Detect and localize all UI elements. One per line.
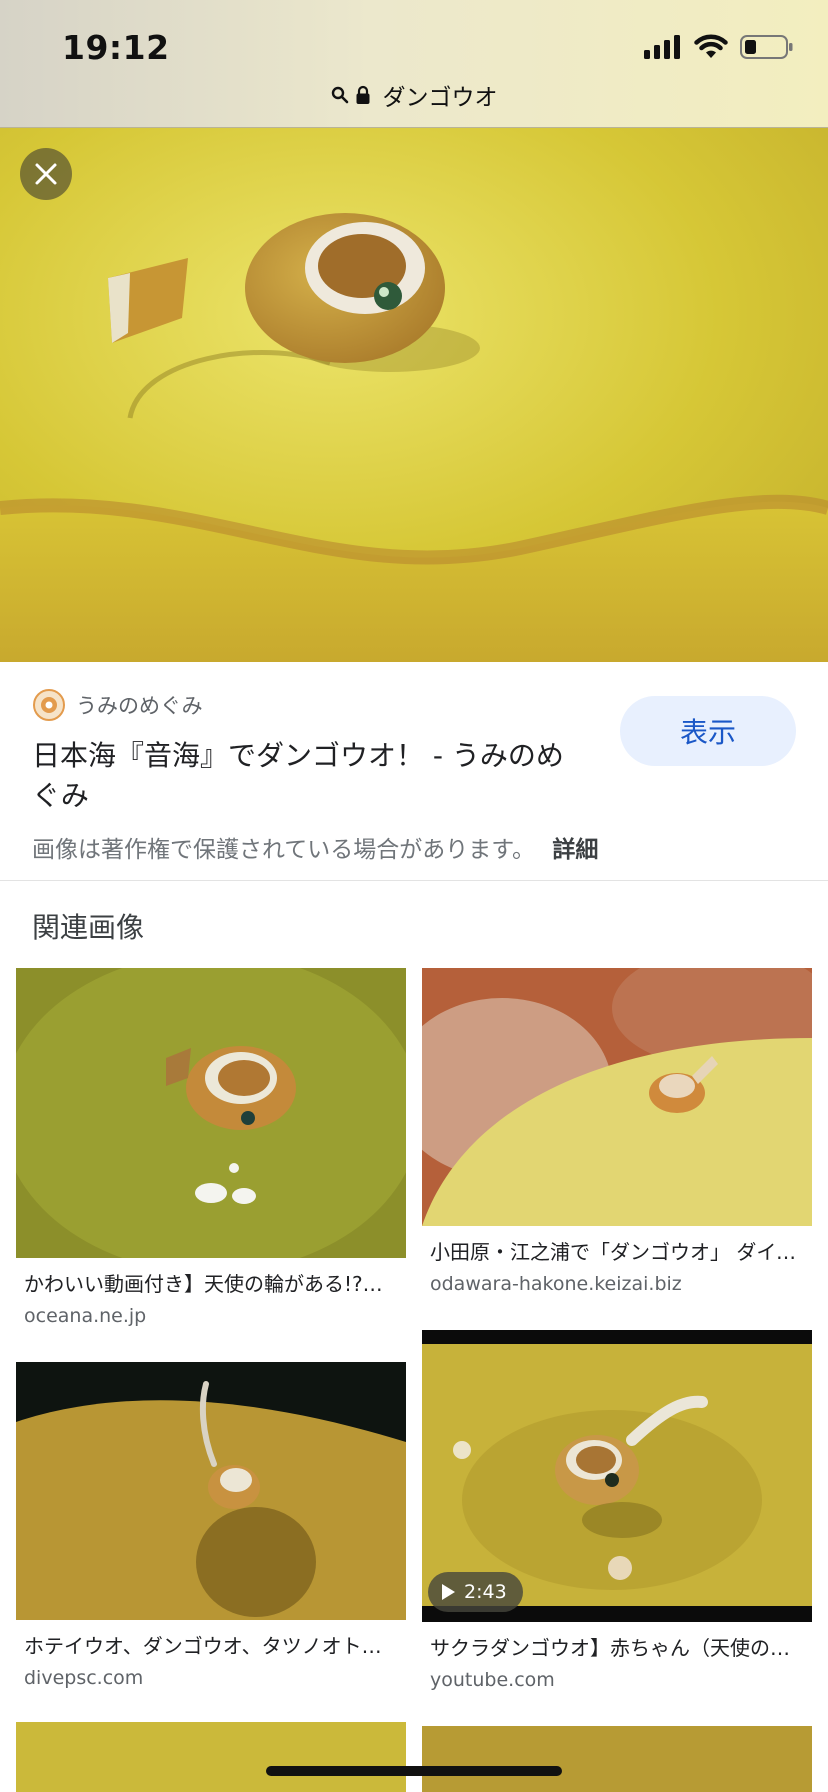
battery-icon xyxy=(740,35,793,59)
main-image-illustration xyxy=(0,128,828,662)
details-link[interactable]: 詳細 xyxy=(552,837,598,863)
related-image-card[interactable]: かわいい動画付き】天使の輪がある!?ダンゴウオ oceana.ne.jp xyxy=(16,968,406,1327)
main-image[interactable] xyxy=(0,128,828,662)
related-image-3-illustration xyxy=(16,1362,406,1620)
close-button[interactable] xyxy=(20,148,72,200)
related-video-thumbnail[interactable]: 2:43 xyxy=(422,1330,812,1622)
related-image-card[interactable] xyxy=(16,1722,406,1792)
related-image-caption: サクラダンゴウオ】赤ちゃん（天使の輪） xyxy=(430,1636,806,1660)
video-duration-badge: 2:43 xyxy=(428,1572,523,1612)
related-images-heading: 関連画像 xyxy=(32,911,145,944)
source-site[interactable]: うみのめぐみ xyxy=(32,688,203,722)
browser-top-bar: 19:12 ダンゴウオ xyxy=(0,0,828,128)
related-image-domain: youtube.com xyxy=(430,1669,555,1691)
image-source-panel: うみのめぐみ 日本海『音海』でダンゴウオ！ - うみのめぐみ 表示 画像は著作権… xyxy=(0,662,828,881)
related-image-domain: oceana.ne.jp xyxy=(24,1305,147,1327)
lock-icon xyxy=(356,85,369,104)
related-image-2-illustration xyxy=(422,968,812,1226)
play-icon xyxy=(442,1584,455,1600)
wifi-icon xyxy=(694,34,728,58)
related-image-card[interactable]: ホテイウオ、ダンゴウオ、タツノオトシゴ divepsc.com xyxy=(16,1362,406,1689)
related-image-domain: odawara-hakone.keizai.biz xyxy=(430,1273,682,1295)
related-image-thumbnail[interactable] xyxy=(16,1722,406,1792)
copyright-text: 画像は著作権で保護されている場合があります。 xyxy=(32,837,536,863)
status-icons xyxy=(644,34,794,60)
related-image-thumbnail[interactable] xyxy=(422,968,812,1226)
related-image-thumbnail[interactable] xyxy=(422,1726,812,1792)
related-video-card[interactable]: 2:43 サクラダンゴウオ】赤ちゃん（天使の輪） youtube.com xyxy=(422,1330,812,1691)
related-image-1-illustration xyxy=(16,968,406,1258)
address-bar[interactable]: ダンゴウオ xyxy=(0,78,828,112)
view-button[interactable]: 表示 xyxy=(620,696,796,766)
copyright-notice: 画像は著作権で保護されている場合があります。 詳細 xyxy=(32,830,598,864)
related-image-caption: ホテイウオ、ダンゴウオ、タツノオトシゴ xyxy=(24,1634,400,1658)
related-image-domain: divepsc.com xyxy=(24,1667,144,1689)
search-icon xyxy=(331,86,348,104)
related-image-thumbnail[interactable] xyxy=(16,1362,406,1620)
source-site-name: うみのめぐみ xyxy=(76,694,203,718)
status-time: 19:12 xyxy=(62,28,170,67)
related-image-thumbnail[interactable] xyxy=(16,968,406,1258)
cellular-signal-icon xyxy=(644,35,680,59)
related-image-card[interactable] xyxy=(422,1726,812,1792)
related-image-card[interactable]: 小田原・江之浦で「ダンゴウオ」 ダイバーに人気 odawara-hakone.k… xyxy=(422,968,812,1295)
site-logo-icon xyxy=(33,689,65,721)
source-page-title[interactable]: 日本海『音海』でダンゴウオ！ - うみのめぐみ xyxy=(32,736,592,816)
home-indicator[interactable] xyxy=(266,1766,562,1776)
close-icon xyxy=(35,163,57,185)
related-image-caption: 小田原・江之浦で「ダンゴウオ」 ダイバーに人気 xyxy=(430,1240,806,1264)
related-image-caption: かわいい動画付き】天使の輪がある!?ダンゴウオ xyxy=(24,1272,400,1296)
video-duration: 2:43 xyxy=(464,1581,507,1603)
address-bar-query: ダンゴウオ xyxy=(382,85,498,111)
